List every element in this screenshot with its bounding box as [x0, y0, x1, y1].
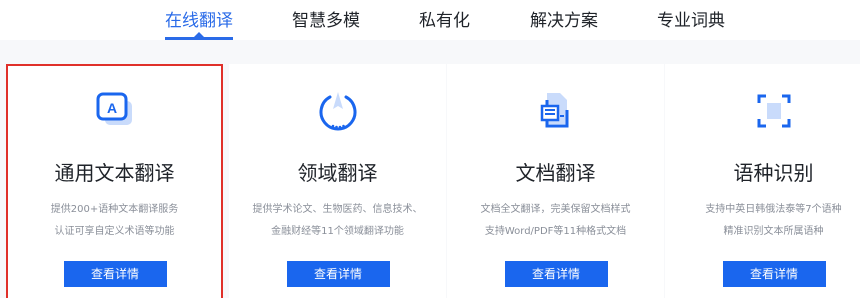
nav-tab-label: 专业词典: [657, 11, 725, 31]
view-details-button[interactable]: 查看详情: [63, 261, 167, 287]
svg-text:A: A: [106, 100, 116, 116]
card-desc-line: 提供学术论文、生物医药、信息技术、: [252, 204, 423, 215]
card-title: 文档翻译: [515, 161, 596, 185]
card-language-detection[interactable]: 语种识别 支持中英日韩俄法泰等7个语种 精准识别文本所属语种 查看详情: [665, 64, 860, 298]
nav-tab-label: 解决方案: [530, 11, 598, 31]
language-detect-icon: [751, 88, 797, 134]
card-desc-line: 精准识别文本所属语种: [723, 226, 824, 237]
view-details-button[interactable]: 查看详情: [722, 261, 826, 287]
nav-tab-solutions[interactable]: 解决方案: [530, 6, 598, 40]
nav-tab-label: 智慧多模: [292, 11, 360, 31]
active-tab-underline: [165, 37, 233, 40]
card-title: 领域翻译: [297, 161, 378, 185]
domain-translate-icon: [315, 88, 361, 134]
text-translate-icon: A: [92, 88, 138, 134]
nav-tab-smart-multimodal[interactable]: 智慧多模: [292, 6, 360, 40]
card-desc-line: 提供200+语种文本翻译服务: [50, 204, 179, 215]
card-desc-line: 支持中英日韩俄法泰等7个语种: [705, 204, 842, 215]
card-domain-translation[interactable]: 领域翻译 提供学术论文、生物医药、信息技术、 金融财经等11个领域翻译功能 查看…: [229, 64, 446, 298]
card-title: 通用文本翻译: [54, 161, 175, 185]
card-desc-line: 认证可享自定义术语等功能: [54, 226, 175, 237]
card-text-translation[interactable]: A 通用文本翻译 提供200+语种文本翻译服务 认证可享自定义术语等功能 查看详…: [6, 64, 223, 298]
card-document-translation[interactable]: 文档翻译 文档全文翻译，完美保留文档样式 支持Word/PDF等11种格式文档 …: [447, 64, 664, 298]
view-details-button[interactable]: 查看详情: [504, 261, 608, 287]
document-translate-icon: [533, 88, 579, 134]
card-desc-line: 金融财经等11个领域翻译功能: [271, 226, 404, 237]
card-title: 语种识别: [733, 161, 814, 185]
nav-tab-online-translation[interactable]: 在线翻译: [165, 6, 233, 40]
nav-tab-private-deployment[interactable]: 私有化: [419, 6, 470, 40]
card-desc-line: 支持Word/PDF等11种格式文档: [484, 226, 627, 237]
top-nav: 在线翻译 智慧多模 私有化 解决方案 专业词典: [0, 0, 860, 40]
nav-tab-professional-dictionary[interactable]: 专业词典: [657, 6, 725, 40]
view-details-button[interactable]: 查看详情: [286, 261, 390, 287]
nav-tab-label: 在线翻译: [165, 11, 233, 31]
nav-tab-label: 私有化: [419, 11, 470, 31]
card-desc-line: 文档全文翻译，完美保留文档样式: [480, 204, 631, 215]
